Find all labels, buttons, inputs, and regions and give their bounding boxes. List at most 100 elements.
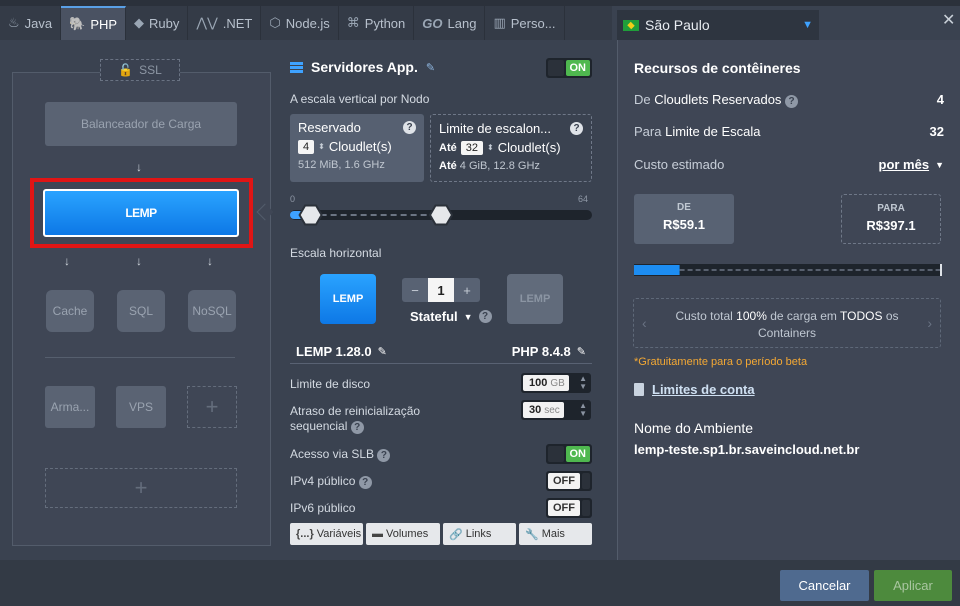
edit-icon: ✎: [576, 346, 586, 358]
tab-java[interactable]: ♨ Java: [0, 6, 62, 40]
restart-delay-label: Atraso de reinicialização sequencial ?: [290, 404, 421, 434]
sql-node[interactable]: SQL: [117, 290, 165, 332]
chevron-left-icon[interactable]: ‹: [642, 315, 647, 332]
cost-range-bar: [634, 264, 942, 276]
tab-ruby[interactable]: ◆ Ruby: [126, 6, 189, 40]
vps-node[interactable]: VPS: [116, 386, 166, 428]
arrow-down-icon: ↓: [64, 254, 70, 268]
braces-icon: {...}: [296, 528, 314, 540]
edit-icon: ✎: [377, 346, 387, 358]
java-icon: ♨: [8, 15, 20, 30]
cancel-button[interactable]: Cancelar: [780, 570, 869, 601]
cache-node[interactable]: Cache: [46, 290, 94, 332]
variables-button[interactable]: {...} Variáveis: [290, 523, 363, 545]
arrow-down-icon: ↓: [136, 254, 142, 268]
chevron-down-icon: ▼: [802, 19, 813, 31]
slider-reserved-knob[interactable]: [298, 204, 323, 226]
node-count-value[interactable]: 1: [428, 278, 454, 302]
period-selector[interactable]: por mês ▼: [879, 157, 945, 172]
edit-icon[interactable]: ✎: [426, 61, 435, 74]
minus-icon[interactable]: −: [402, 278, 428, 302]
arrow-down-icon: ↓: [207, 254, 213, 268]
add-node-button[interactable]: +: [187, 386, 237, 428]
disk-limit-input[interactable]: 100 GB ▲ ▼: [521, 373, 591, 393]
wrench-icon: 🔧: [525, 528, 539, 541]
go-icon: GO: [422, 15, 443, 31]
total-cost-carousel: ‹ Custo total 100% de carga em TODOS os …: [633, 298, 941, 348]
scaling-limit-box: Limite de escalon... ? Até 32 ⬍ Cloudlet…: [430, 114, 592, 182]
more-button[interactable]: 🔧 Mais: [519, 523, 592, 545]
help-icon[interactable]: ?: [478, 310, 492, 323]
vertical-scaling-label: A escala vertical por Nodo: [290, 92, 430, 106]
help-icon[interactable]: ?: [358, 476, 372, 489]
account-limits-link[interactable]: Limites de conta: [634, 382, 755, 397]
stack-card-active[interactable]: LEMP: [320, 274, 376, 324]
tab-nodejs[interactable]: ⬡ Node.js: [261, 6, 339, 40]
plus-icon[interactable]: +: [454, 278, 480, 302]
engine-tabs: ♨ Java 🐘 PHP ◆ Ruby ⋀⋁ .NET ⬡ Node.js ⌘ Python…: [0, 6, 612, 40]
stateful-selector[interactable]: Stateful ▼ ?: [410, 309, 492, 324]
volumes-button[interactable]: ▬ Volumes: [366, 523, 440, 545]
stack-card-inactive[interactable]: LEMP: [507, 274, 563, 324]
action-buttons: {...} Variáveis ▬ Volumes 🔗 Links 🔧 Mais: [290, 523, 592, 545]
scaling-limit-row: Para Limite de Escala 32: [634, 124, 944, 139]
help-icon[interactable]: ?: [785, 95, 799, 108]
cloudlet-slider[interactable]: [290, 200, 592, 230]
divider: [45, 357, 235, 358]
stepper-arrows-icon[interactable]: ▲ ▼: [579, 402, 587, 418]
ipv6-toggle[interactable]: OFF: [546, 498, 592, 518]
nosql-node[interactable]: NoSQL: [188, 290, 236, 332]
environment-name-value[interactable]: lemp-teste.sp1.br.saveincloud.net.br: [634, 442, 859, 457]
tab-php[interactable]: 🐘 PHP: [61, 6, 127, 40]
tab-go[interactable]: GO Lang: [414, 6, 486, 40]
add-layer-button[interactable]: +: [45, 468, 237, 508]
stack-version-selector[interactable]: LEMP 1.28.0 ✎: [296, 344, 387, 359]
slider-limit-knob[interactable]: [428, 204, 454, 226]
slb-access-toggle[interactable]: ON: [546, 444, 592, 464]
help-icon[interactable]: ?: [570, 122, 583, 135]
tab-python[interactable]: ⌘ Python: [339, 6, 415, 40]
cost-from-box: DE R$59.1: [634, 194, 734, 244]
environment-name-label: Nome do Ambiente: [634, 420, 754, 436]
stepper-arrows-icon[interactable]: ⬍: [318, 142, 325, 151]
ipv4-toggle[interactable]: OFF: [546, 471, 592, 491]
links-button[interactable]: 🔗 Links: [443, 523, 516, 545]
caret-down-icon: ▼: [463, 311, 473, 322]
tab-dotnet[interactable]: ⋀⋁ .NET: [188, 6, 262, 40]
resources-title: Recursos de contêineres: [634, 60, 801, 76]
apply-button[interactable]: Aplicar: [874, 570, 952, 601]
cost-bar-fill: [634, 265, 680, 275]
chevron-right-icon[interactable]: ›: [927, 315, 932, 332]
slb-access-label: Acesso via SLB ?: [290, 447, 391, 462]
php-version-selector[interactable]: PHP 8.4.8 ✎: [512, 344, 586, 359]
reserved-cloudlets-input[interactable]: 4: [298, 139, 315, 154]
version-bar: LEMP 1.28.0 ✎ PHP 8.4.8 ✎: [290, 340, 592, 364]
close-icon[interactable]: ✕: [942, 10, 955, 30]
restart-delay-input[interactable]: 30 sec ▲ ▼: [521, 400, 591, 420]
php-icon: 🐘: [69, 16, 86, 31]
lock-icon: 🔓: [118, 63, 134, 77]
stepper-arrows-icon[interactable]: ▲ ▼: [579, 375, 587, 391]
cost-to-box: PARA R$397.1: [841, 194, 941, 244]
free-beta-note: *Gratuitamente para o período beta: [634, 356, 808, 368]
disk-limit-label: Limite de disco: [290, 377, 371, 391]
region-selector[interactable]: São Paulo ▼: [617, 10, 819, 40]
stepper-arrows-icon[interactable]: ⬍: [487, 143, 494, 152]
lemp-node[interactable]: LEMP: [43, 189, 239, 237]
ssl-toggle[interactable]: 🔓 SSL: [100, 59, 180, 81]
app-servers-toggle[interactable]: ON: [546, 58, 592, 78]
load-balancer-node[interactable]: Balanceador de Carga: [45, 102, 237, 146]
ipv4-label: IPv4 público ?: [290, 474, 372, 489]
node-count-stepper[interactable]: − 1 +: [402, 278, 480, 302]
tab-custom[interactable]: ▥ Perso...: [485, 6, 565, 40]
help-icon[interactable]: ?: [377, 449, 391, 462]
help-icon[interactable]: ?: [403, 121, 416, 134]
reserved-box: Reservado ? 4 ⬍ Cloudlet(s) 512 MiB, 1.6…: [290, 114, 424, 182]
storage-node[interactable]: Arma...: [45, 386, 95, 428]
python-icon: ⌘: [346, 15, 360, 30]
region-name: São Paulo: [645, 17, 710, 33]
help-icon[interactable]: ?: [350, 421, 364, 434]
plus-icon: +: [205, 394, 219, 419]
estimated-cost-row: Custo estimado por mês ▼: [634, 157, 944, 172]
limit-cloudlets-input[interactable]: 32: [460, 140, 483, 155]
